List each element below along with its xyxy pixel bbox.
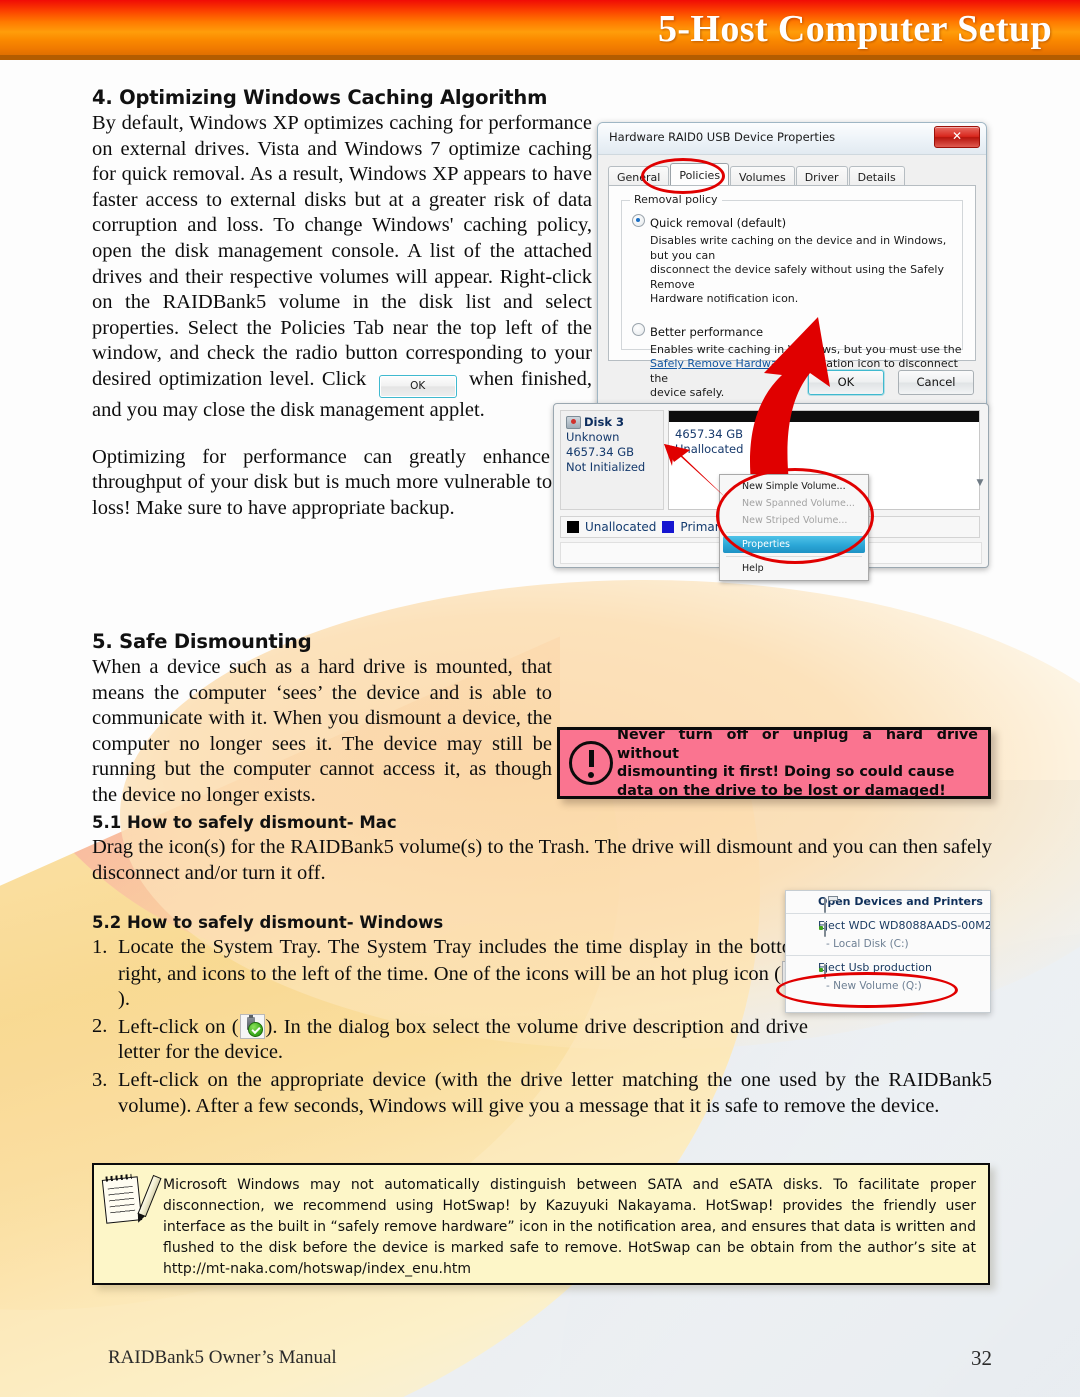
disk-size: 4657.34 GB (566, 445, 635, 459)
dialog-title: Hardware RAID0 USB Device Properties (609, 130, 836, 144)
device-properties-dialog: Hardware RAID0 USB Device Properties ✕ G… (597, 122, 987, 408)
disk-status: Not Initialized (566, 460, 646, 474)
safely-remove-hardware-menu: Open Devices and Printers Eject WDC WD80… (785, 890, 991, 1013)
warning-line-1: Never turn off or unplug a hard drive wi… (617, 727, 978, 762)
warning-line-3: data on the drive to be lost or damaged! (617, 782, 946, 799)
list-item-text-a: Locate the System Tray. The System Tray … (118, 936, 808, 985)
better-performance-label: Better performance (650, 324, 764, 339)
disk-type: Unknown (566, 430, 620, 444)
removal-policy-label: Removal policy (630, 193, 722, 206)
page-number: 32 (971, 1346, 992, 1370)
menu-item-new-spanned-volume: New Spanned Volume... (742, 498, 855, 509)
removal-policy-group: Removal policy Quick removal (default) D… (621, 193, 963, 399)
desc-line: Hardware notification icon. (650, 292, 799, 305)
note-text: Microsoft Windows may not automatically … (157, 1165, 988, 1283)
menu-item-help[interactable]: Help (720, 560, 868, 577)
dialog-ok-button[interactable]: OK (807, 370, 884, 395)
disk-info: Disk 3 Unknown 4657.34 GB Not Initialize… (560, 410, 664, 510)
notepad-pencil-icon (101, 1173, 162, 1227)
section-4-column: 4. Optimizing Windows Caching Algorithm … (92, 86, 592, 521)
manual-page: 5-Host Computer Setup 4. Optimizing Wind… (0, 0, 1080, 1397)
menu-separator (786, 913, 990, 914)
legend-swatch-primary (662, 521, 675, 533)
list-item: 3. Left-click on the appropriate device … (92, 1068, 992, 1119)
desc-line: device safely. (650, 386, 725, 399)
list-item-number: 2. (92, 1014, 108, 1037)
quick-removal-description: Disables write caching on the device and… (650, 234, 962, 307)
menu-separator (726, 532, 862, 533)
disk-icon (566, 416, 581, 429)
warning-callout-box: Never turn off or unplug a hard drive wi… (557, 727, 991, 799)
hot-plug-icon (239, 1013, 265, 1039)
warning-line-2: dismounting it first! Doing so could cau… (617, 764, 955, 780)
note-callout-box: Microsoft Windows may not automatically … (92, 1163, 990, 1285)
radio-quick-removal[interactable] (632, 214, 645, 227)
list-item-number: 3. (92, 1068, 108, 1091)
section-4-paragraph-1: By default, Windows XP optimizes caching… (92, 111, 592, 424)
menu-label: Eject WDC WD8088AADS-00M2E (818, 919, 991, 932)
radio-better-performance[interactable] (632, 322, 645, 336)
desc-line: Disables write caching on the device and… (650, 234, 947, 262)
dialog-tabstrip: General Policies Volumes Driver Details (608, 163, 986, 188)
scrollbar-down-arrow[interactable]: ▼ (974, 478, 986, 492)
volume-header-bar (669, 411, 979, 422)
dialog-tab-pane: Removal policy Quick removal (default) D… (608, 185, 976, 399)
printer-icon (824, 898, 826, 913)
disk-context-menu: New Simple Volume... New Spanned Volume.… (719, 474, 869, 581)
menu-label: Open Devices and Printers (818, 895, 983, 908)
menu-item-new-simple-volume[interactable]: New Simple Volume... (720, 478, 868, 495)
legend-swatch-unallocated (567, 521, 579, 533)
list-item-text-a: Left-click on ( (118, 1015, 239, 1038)
menu-separator (726, 556, 862, 557)
section-4-heading: 4. Optimizing Windows Caching Algorithm (92, 86, 548, 109)
list-item: 2. Left-click on (). In the dialog box s… (92, 1013, 992, 1066)
volume-size: 4657.34 GB (675, 427, 744, 441)
section-4-paragraph-2: Optimizing for performance can greatly e… (92, 445, 592, 519)
menu-item-eject-wdc[interactable]: Eject WDC WD8088AADS-00M2E (786, 915, 991, 937)
section-5-1-paragraph: Drag the icon(s) for the RAIDBank5 volum… (92, 836, 992, 884)
dialog-buttons: OK Cancel (799, 370, 974, 395)
desc-line: disconnect the device safely without usi… (650, 263, 945, 291)
menu-label: Eject Usb production (818, 961, 932, 974)
section-4-para-1a: By default, Windows XP optimizes caching… (92, 112, 592, 390)
page-title: 5-Host Computer Setup (657, 8, 1052, 50)
list-item-text-b: ). (118, 988, 130, 1011)
menu-separator (786, 955, 990, 956)
dialog-titlebar: Hardware RAID0 USB Device Properties ✕ (598, 123, 986, 155)
section-5-heading: 5. Safe Dismounting (92, 630, 312, 653)
note-line-1: Microsoft Windows may not automatically … (163, 1177, 920, 1193)
section-5-1-heading: 5.1 How to safely dismount- Mac (92, 813, 397, 832)
menu-item-new-striped-volume: New Striped Volume... (742, 515, 848, 526)
exclamation-circle-icon (569, 741, 613, 785)
menu-subitem-local-disk: - Local Disk (C:) (826, 938, 909, 950)
volume-info: 4657.34 GB Unallocated (675, 427, 743, 457)
disk-title: Disk 3 (566, 415, 658, 430)
section-5-1-block: 5.1 How to safely dismount- Mac Drag the… (92, 813, 992, 886)
drive-icon (824, 922, 826, 937)
drive-icon (824, 964, 826, 979)
section-5-paragraph: When a device such as a hard drive is mo… (92, 656, 552, 806)
safely-remove-hardware-link[interactable]: Safely Remove Hardware (650, 357, 789, 370)
menu-item-eject-usb-production[interactable]: Eject Usb production (786, 957, 990, 979)
footer-manual-title: RAIDBank5 Owner’s Manual (108, 1347, 337, 1368)
menu-item-open-devices-printers[interactable]: Open Devices and Printers (786, 891, 990, 913)
quick-removal-label: Quick removal (default) (650, 216, 787, 230)
legend-label-unallocated: Unallocated (585, 520, 657, 534)
list-item-text-a: Left-click on the appropriate device (wi… (118, 1068, 992, 1117)
quick-removal-option[interactable]: Quick removal (default) Disables write c… (632, 212, 962, 307)
page-header-banner: 5-Host Computer Setup (0, 0, 1080, 60)
menu-item-properties[interactable]: Properties (723, 536, 865, 553)
disk-name: Disk 3 (584, 415, 624, 429)
dialog-cancel-button[interactable]: Cancel (898, 370, 974, 395)
close-icon[interactable]: ✕ (934, 126, 980, 148)
inline-ok-button-graphic[interactable]: OK (378, 374, 457, 398)
list-item-number: 1. (92, 936, 108, 958)
volume-status: Unallocated (675, 442, 744, 456)
desc-line: Enables write caching in Windows, but yo… (650, 342, 962, 356)
menu-subitem-new-volume: - New Volume (Q:) (826, 980, 922, 992)
warning-text: Never turn off or unplug a hard drive wi… (617, 726, 988, 800)
